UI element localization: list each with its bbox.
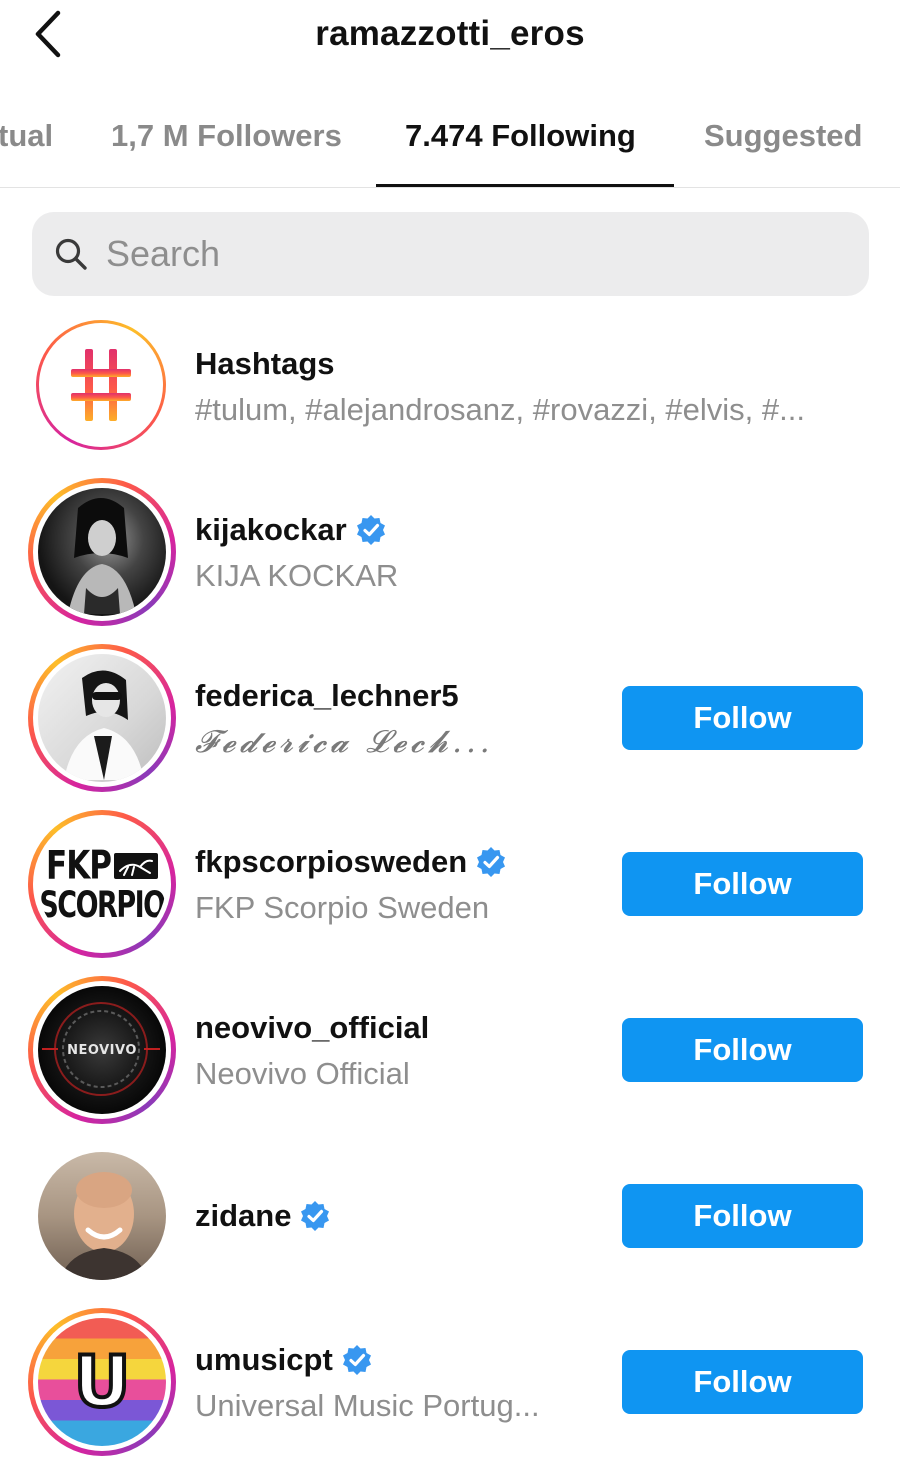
avatar-ring: U <box>33 1313 171 1451</box>
profile-photo: FKP SCORPIO <box>38 820 166 948</box>
avatar-ring <box>33 483 171 621</box>
username[interactable]: kijakockar <box>195 512 398 548</box>
search-icon <box>54 237 88 271</box>
profile-photo <box>38 488 166 616</box>
avatar-kijakockar[interactable] <box>28 478 176 626</box>
scorpio-logo-text: SCORPIO <box>39 884 166 926</box>
tab-followers[interactable]: 1,7 M Followers <box>111 118 342 154</box>
portrait-silhouette <box>68 498 136 614</box>
verified-badge-icon <box>356 515 385 545</box>
full-name: 𝓕𝓮𝓭𝓮𝓻𝓲𝓬𝓪 𝓛𝓮𝓬𝓱... <box>195 724 494 760</box>
follow-button[interactable]: Follow <box>622 1184 863 1248</box>
user-text: federica_lechner5 𝓕𝓮𝓭𝓮𝓻𝓲𝓬𝓪 𝓛𝓮𝓬𝓱... <box>195 678 494 761</box>
profile-photo <box>38 654 166 782</box>
avatar-ring: FKP SCORPIO <box>33 815 171 953</box>
verified-badge-icon <box>477 847 506 877</box>
hashtags-avatar[interactable] <box>36 320 166 450</box>
avatar-ring: NEOVIVO <box>33 981 171 1119</box>
avatar-fkpscorpiosweden[interactable]: FKP SCORPIO <box>28 810 176 958</box>
follow-button[interactable]: Follow <box>622 852 863 916</box>
portrait-silhouette <box>60 1172 148 1280</box>
tab-following[interactable]: 7.474 Following <box>405 118 636 154</box>
full-name: Universal Music Portug... <box>195 1388 540 1423</box>
verified-badge-icon <box>342 1345 371 1375</box>
full-name: Neovivo Official <box>195 1056 410 1091</box>
hashtags-row[interactable]: Hashtags #tulum, #alejandrosanz, #rovazz… <box>0 312 900 478</box>
portrait-silhouette <box>64 670 144 780</box>
avatar-federica-lechner5[interactable] <box>28 644 176 792</box>
following-screen: ramazzotti_eros tual 1,7 M Followers 7.4… <box>0 0 900 1462</box>
avatar-umusicpt[interactable]: U <box>28 1308 176 1456</box>
username-text: fkpscorpiosweden <box>195 844 468 879</box>
full-name: KIJA KOCKAR <box>195 558 399 593</box>
username[interactable]: umusicpt <box>195 1342 540 1378</box>
avatar-ring <box>33 649 171 787</box>
username[interactable]: federica_lechner5 <box>195 678 494 714</box>
list-item: zidane Follow <box>0 1142 900 1308</box>
hashtags-subtitle: #tulum, #alejandrosanz, #rovazzi, #elvis… <box>195 392 805 427</box>
search-input[interactable] <box>106 233 806 275</box>
hashtag-icon <box>71 349 131 421</box>
verified-badge-icon <box>301 1201 330 1231</box>
search-bar[interactable] <box>32 212 869 296</box>
tab-bar: tual 1,7 M Followers 7.474 Following Sug… <box>0 100 900 188</box>
neovivo-logo-text: NEOVIVO <box>67 1042 137 1058</box>
profile-photo <box>38 1152 166 1280</box>
hashtags-title: Hashtags <box>195 346 335 381</box>
list-item: federica_lechner5 𝓕𝓮𝓭𝓮𝓻𝓲𝓬𝓪 𝓛𝓮𝓬𝓱... Follo… <box>0 644 900 810</box>
username[interactable]: fkpscorpiosweden <box>195 844 507 880</box>
username-text: kijakockar <box>195 512 347 547</box>
profile-photo: U <box>38 1318 166 1446</box>
list-item: NEOVIVO neovivo_official Neovivo Officia… <box>0 976 900 1142</box>
avatar-neovivo-official[interactable]: NEOVIVO <box>28 976 176 1124</box>
user-text: fkpscorpiosweden FKP Scorpio Sweden <box>195 844 507 926</box>
username-text: neovivo_official <box>195 1010 430 1045</box>
username-text: federica_lechner5 <box>195 678 459 713</box>
username-text: umusicpt <box>195 1342 333 1377</box>
username-text: zidane <box>195 1198 292 1233</box>
user-text: kijakockar KIJA KOCKAR <box>195 512 398 594</box>
fkp-logo-top: FKP <box>46 843 158 888</box>
fkp-logo-text: FKP <box>46 843 112 888</box>
list-item: kijakockar KIJA KOCKAR <box>0 478 900 644</box>
universal-logo-text: U <box>72 1341 133 1423</box>
scorpion-logo-icon <box>113 852 158 879</box>
username[interactable]: zidane <box>195 1198 331 1234</box>
user-text: neovivo_official Neovivo Official <box>195 1010 429 1092</box>
follow-button[interactable]: Follow <box>622 1018 863 1082</box>
user-text: umusicpt Universal Music Portug... <box>195 1342 540 1424</box>
header: ramazzotti_eros <box>0 0 900 72</box>
hashtags-avatar-inner <box>39 323 163 447</box>
hashtags-text: Hashtags #tulum, #alejandrosanz, #rovazz… <box>195 346 805 428</box>
user-text: zidane <box>195 1198 331 1234</box>
list-item: FKP SCORPIO fkpscorpiosweden FKP Scorpio… <box>0 810 900 976</box>
list-item: U umusicpt Universal Music Portug... Fol… <box>0 1308 900 1462</box>
follow-button[interactable]: Follow <box>622 686 863 750</box>
tab-suggested[interactable]: Suggested <box>704 118 862 154</box>
page-title: ramazzotti_eros <box>315 14 585 53</box>
avatar-zidane[interactable] <box>38 1152 166 1280</box>
tab-mutual[interactable]: tual <box>0 118 53 154</box>
follow-button[interactable]: Follow <box>622 1350 863 1414</box>
profile-photo: NEOVIVO <box>38 986 166 1114</box>
active-tab-indicator <box>376 184 674 187</box>
full-name: FKP Scorpio Sweden <box>195 890 490 925</box>
username[interactable]: neovivo_official <box>195 1010 429 1046</box>
